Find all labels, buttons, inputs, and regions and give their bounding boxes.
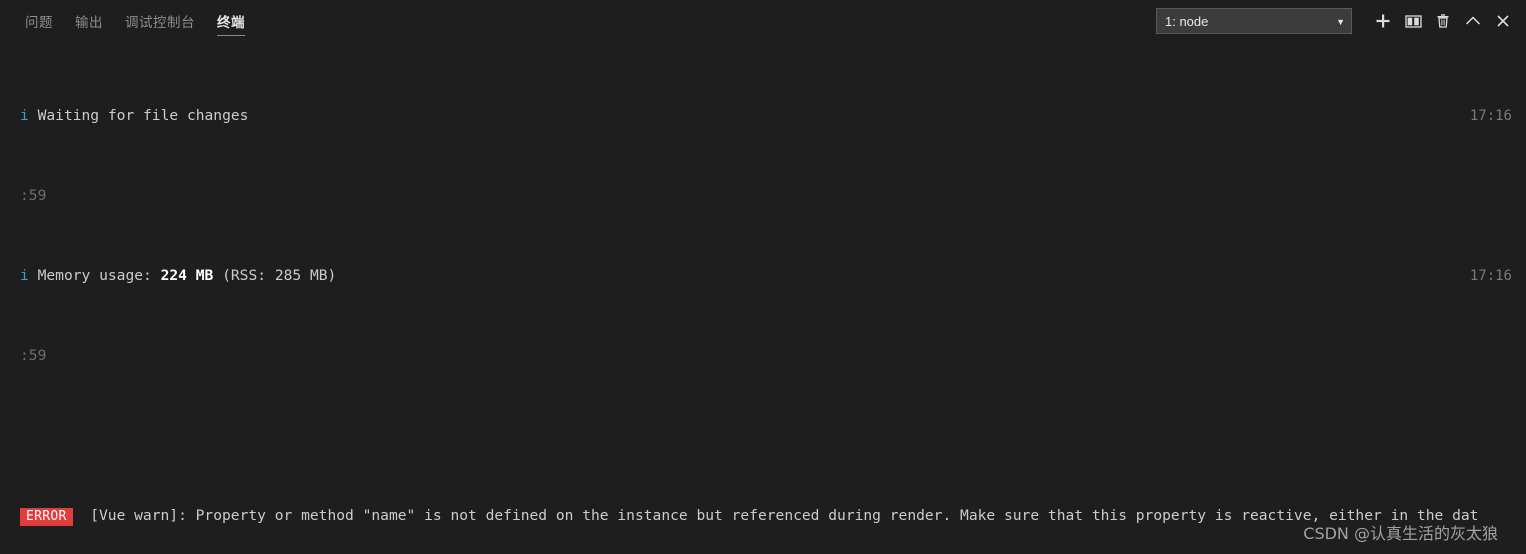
- panel-tabs: 问题 输出 调试控制台 终端: [14, 0, 256, 42]
- maximize-panel-button[interactable]: [1458, 6, 1488, 36]
- panel-actions: 1: node ▼: [1156, 0, 1518, 42]
- timestamp: 17:16: [1469, 108, 1512, 124]
- terminal-line-text: [Vue warn]: Property or method "name" is…: [72, 507, 1479, 524]
- tab-output[interactable]: 输出: [64, 0, 114, 42]
- split-terminal-button[interactable]: [1398, 6, 1428, 36]
- terminal-line: i Waiting for file changes 17:16: [0, 106, 1526, 126]
- terminal-line-text: :59: [20, 187, 47, 204]
- tab-problems[interactable]: 问题: [14, 0, 64, 42]
- tab-debug-console[interactable]: 调试控制台: [114, 0, 206, 42]
- terminal-line-text: Memory usage:: [28, 267, 161, 284]
- chevron-down-icon: ▼: [1336, 16, 1345, 27]
- terminal-select[interactable]: 1: node ▼: [1156, 8, 1352, 34]
- plus-icon: [1375, 13, 1391, 29]
- terminal-line: i Memory usage: 224 MB (RSS: 285 MB) 17:1…: [0, 266, 1526, 286]
- terminal-line-rss: (RSS: 285 MB): [213, 267, 337, 284]
- terminal-panel: 问题 输出 调试控制台 终端 1: node ▼ i Waiting for f…: [0, 0, 1526, 554]
- terminal-line-text: Waiting for file changes: [28, 107, 249, 124]
- timestamp: 17:16: [1469, 268, 1512, 284]
- split-panel-icon: [1404, 14, 1422, 29]
- tab-terminal[interactable]: 终端: [206, 0, 256, 42]
- new-terminal-button[interactable]: [1368, 6, 1398, 36]
- tab-problems-label: 问题: [25, 15, 53, 31]
- terminal-select-value: 1: node: [1165, 13, 1209, 29]
- terminal-output[interactable]: i Waiting for file changes 17:16 :59 i Me…: [0, 42, 1526, 554]
- tab-terminal-label: 终端: [217, 15, 245, 31]
- info-icon: i: [20, 267, 29, 284]
- close-icon: [1495, 13, 1511, 29]
- status-badge: ERROR: [20, 508, 73, 526]
- tab-debug-console-label: 调试控制台: [125, 15, 195, 31]
- terminal-line: :59: [0, 186, 1526, 206]
- chevron-up-icon: [1464, 13, 1482, 29]
- panel-header: 问题 输出 调试控制台 终端 1: node ▼: [0, 0, 1526, 42]
- terminal-line-text: :59: [20, 347, 47, 364]
- trash-icon: [1435, 13, 1451, 29]
- kill-terminal-button[interactable]: [1428, 6, 1458, 36]
- terminal-line: :59: [0, 346, 1526, 366]
- watermark: CSDN @认真生活的灰太狼: [1303, 524, 1498, 543]
- tab-output-label: 输出: [75, 15, 103, 31]
- memory-value: 224 MB: [160, 267, 214, 284]
- close-panel-button[interactable]: [1488, 6, 1518, 36]
- info-icon: i: [20, 107, 29, 124]
- terminal-line: ERROR [Vue warn]: Property or method "na…: [0, 506, 1526, 526]
